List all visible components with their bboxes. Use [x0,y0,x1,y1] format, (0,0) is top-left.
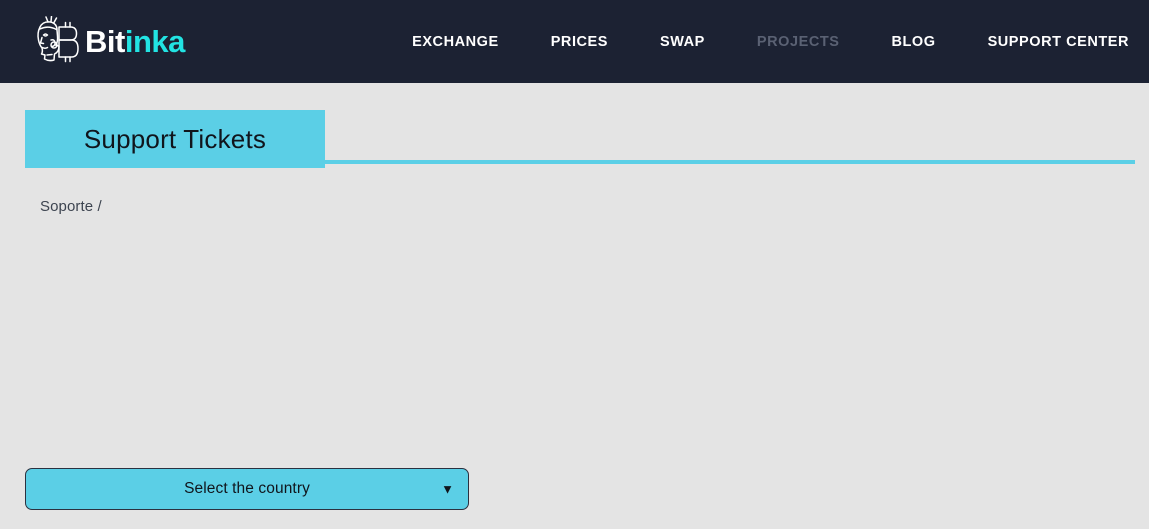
tab-underline-rule [325,160,1135,164]
breadcrumb-item-soporte[interactable]: Soporte [40,198,93,215]
country-select[interactable]: Select the country ▼ [25,468,469,510]
brand-wordmark-primary: Bit [85,24,125,59]
brand-logo[interactable]: Bitinka [35,0,185,83]
page-content: Support Tickets Soporte / Select the cou… [0,83,1149,529]
nav-item-exchange[interactable]: EXCHANGE [412,26,499,58]
brand-wordmark: Bitinka [85,26,185,57]
nav-item-support-center[interactable]: SUPPORT CENTER [988,26,1129,58]
page-title: Support Tickets [83,124,267,154]
inca-bitcoin-logo-icon [37,15,79,62]
nav-item-projects[interactable]: PROJECTS [757,26,840,58]
country-select-value: Select the country [184,480,310,498]
tab-strip: Support Tickets [25,110,1135,168]
breadcrumb-separator: / [97,198,102,215]
main-menu: EXCHANGE PRICES SWAP PROJECTS BLOG SUPPO… [412,0,1129,83]
brand-wordmark-accent: inka [124,24,186,59]
top-navigation-bar: Bitinka EXCHANGE PRICES SWAP PROJECTS BL… [0,0,1149,83]
breadcrumb: Soporte / [40,198,102,215]
nav-item-swap[interactable]: SWAP [660,26,705,58]
nav-item-blog[interactable]: BLOG [891,26,935,58]
chevron-down-icon: ▼ [441,481,454,497]
tab-support-tickets[interactable]: Support Tickets [25,110,325,168]
nav-item-prices[interactable]: PRICES [551,26,608,58]
